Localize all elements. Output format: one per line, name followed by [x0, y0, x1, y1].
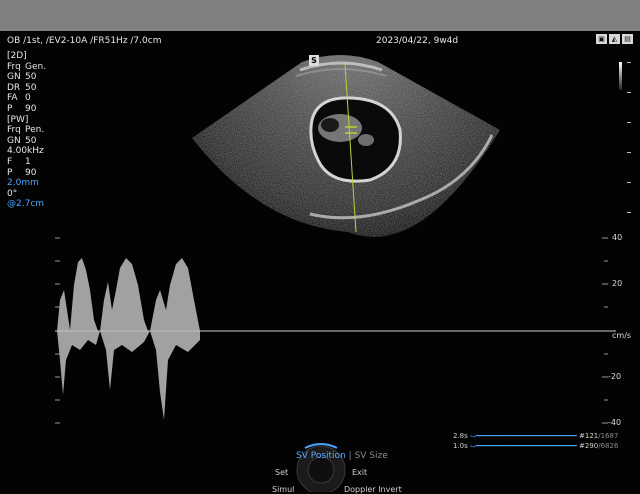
param-value: 1 — [25, 156, 31, 167]
cine-time: 1.0s — [453, 442, 468, 450]
param-key: P — [7, 103, 13, 114]
settings-icon: ▤ — [622, 34, 633, 44]
param-key: F — [7, 156, 13, 167]
doppler-panel — [55, 237, 616, 424]
cine-slider-icon[interactable]: ⥊━━━━━━━━━━━━━━━━━━━━━━━━ — [470, 432, 577, 440]
param-key: GN — [7, 72, 21, 83]
doppler-invert-button[interactable]: Doppler Invert — [344, 485, 402, 494]
param-key: FA — [7, 93, 18, 104]
cine-row-1: 2.8s ⥊━━━━━━━━━━━━━━━━━━━━━━━━ #121/1687 — [453, 432, 618, 441]
thermal-index-icon: ▣ — [596, 34, 607, 44]
header-icons: ▣ ◭ ▤ — [596, 34, 633, 44]
axis-label-40: 40 — [612, 233, 623, 242]
cine-frame: #121 — [579, 432, 599, 440]
gate-depth: @2.7cm — [7, 199, 45, 210]
set-button[interactable]: Set — [275, 468, 288, 477]
sv-size-button[interactable]: SV Size — [355, 451, 388, 461]
exam-info: OB /1st, /EV2-10A /FR51Hz /7.0cm — [7, 36, 162, 46]
param-value: 90 — [25, 103, 37, 114]
axis-label-20: 20 — [612, 279, 623, 288]
gestational-sac — [309, 96, 402, 183]
axis-label-neg40: -40 — [608, 418, 622, 427]
cine-total: /1687 — [598, 432, 619, 440]
param-key: GN — [7, 135, 21, 146]
param-value: 50 — [25, 135, 37, 146]
param-value: Gen. — [25, 61, 47, 72]
cine-time: 2.8s — [453, 432, 468, 440]
probe-orientation-badge: S — [309, 55, 319, 66]
sv-position-button[interactable]: SV Position — [296, 451, 346, 461]
param-key: Frq — [7, 125, 21, 136]
parameter-panel: [2D] Frq Gen. GN 50 DR 50 FA 0 P 90 [PW] Frq P… — [7, 51, 46, 210]
axis-label-neg20: -20 — [608, 372, 622, 381]
param-value: Pen. — [25, 125, 45, 136]
doppler-angle: 0° — [7, 188, 18, 199]
exam-date-ga: 2023/04/22, 9w4d — [376, 36, 459, 46]
params-2d-title: [2D] — [7, 51, 27, 61]
gate-size: 2.0mm — [7, 178, 39, 189]
param-value: 50 — [25, 82, 37, 93]
grayscale-bar — [619, 62, 622, 90]
sv-menu-title: SV Position | SV Size — [296, 451, 388, 461]
prf-value: 4.00kHz — [7, 146, 44, 157]
cine-total: /6826 — [598, 442, 619, 450]
param-key: DR — [7, 82, 21, 93]
cine-row-2: 1.0s ⥊━━━━━━━━━━━━━━━━━━━━━━━━ #290/6826 — [453, 442, 618, 451]
axis-unit: cm/s — [612, 331, 632, 340]
param-value: 0 — [25, 93, 31, 104]
image-canvas — [55, 55, 616, 492]
cine-slider-icon[interactable]: ⥊━━━━━━━━━━━━━━━━━━━━━━━━ — [470, 442, 577, 450]
param-value: 90 — [25, 167, 37, 178]
param-key: Frq — [7, 61, 21, 72]
params-pw-title: [PW] — [7, 114, 29, 125]
simul-button[interactable]: Simul — [272, 485, 294, 494]
cine-frame: #290 — [579, 442, 599, 450]
bmode-sector — [192, 55, 500, 237]
param-key: P — [7, 167, 13, 178]
param-value: 50 — [25, 72, 37, 83]
doppler-spectrum — [57, 258, 200, 420]
exit-button[interactable]: Exit — [352, 468, 367, 477]
menu-separator: | — [348, 451, 352, 461]
probe-icon: ◭ — [609, 34, 620, 44]
